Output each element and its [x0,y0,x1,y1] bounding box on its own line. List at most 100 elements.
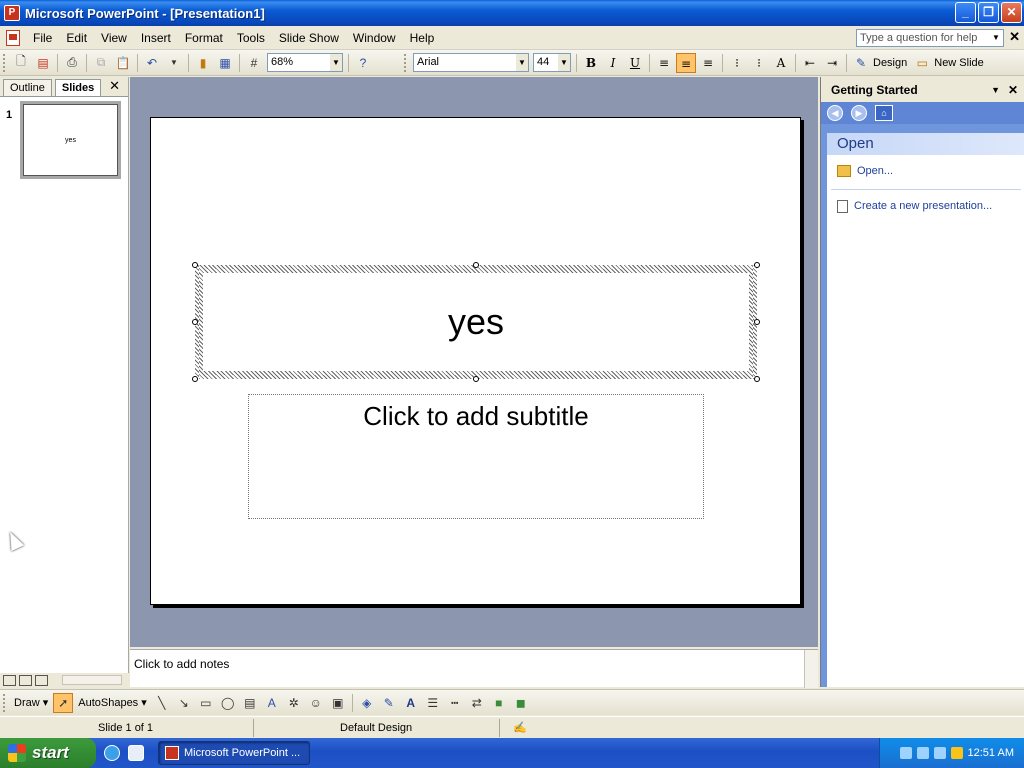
oval-icon[interactable]: ◯ [218,693,238,713]
start-button[interactable]: start [0,738,96,768]
close-button[interactable]: ✕ [1001,2,1022,23]
numbering-icon[interactable]: ⁝ [727,53,747,73]
back-icon[interactable]: ◀ [827,105,843,121]
help-dropdown-icon[interactable]: ▼ [989,30,1003,46]
line-style-icon[interactable]: ☰ [423,693,443,713]
resize-handle-se[interactable] [754,376,760,382]
font-color-icon[interactable]: A [401,693,421,713]
notes-scrollbar[interactable] [804,650,818,688]
resize-handle-s[interactable] [473,376,479,382]
task-pane-close-icon[interactable]: ✕ [1008,83,1018,97]
font-combo[interactable]: Arial ▼ [413,53,529,72]
forward-icon[interactable]: ▶ [851,105,867,121]
slide-thumbnail[interactable]: yes [20,101,121,179]
toolbar-grip[interactable] [3,53,7,72]
internet-explorer-icon[interactable] [104,745,120,761]
autoshapes-button[interactable]: AutoShapes ▾ [78,696,147,709]
create-new-link-label[interactable]: Create a new presentation... [854,200,992,212]
create-new-link[interactable]: Create a new presentation... [827,198,1024,214]
menu-edit[interactable]: Edit [59,28,94,48]
font-size-dropdown-icon[interactable]: ▼ [558,54,570,71]
fill-color-icon[interactable]: ◈ [357,693,377,713]
horizontal-scrollbar[interactable] [62,675,122,685]
wordart-icon[interactable]: A [262,693,282,713]
select-objects-icon[interactable]: ➚ [53,692,74,713]
menu-view[interactable]: View [94,28,134,48]
diagram-icon[interactable]: ✲ [284,693,304,713]
zoom-dropdown-icon[interactable]: ▼ [330,54,342,71]
task-pane-title[interactable]: Getting Started [831,83,918,97]
new-slide-button[interactable]: New Slide [934,57,984,69]
picture-icon[interactable]: ▣ [328,693,348,713]
menu-slide-show[interactable]: Slide Show [272,28,346,48]
tray-icon[interactable] [950,747,963,759]
powerpoint-app-icon[interactable]: P [4,5,20,21]
copy-icon[interactable]: ⧉ [91,53,111,73]
menu-file[interactable]: File [26,28,59,48]
clip-art-icon[interactable]: ☺ [306,693,326,713]
resize-handle-nw[interactable] [192,262,198,268]
undo-dropdown-icon[interactable]: ▼ [164,53,184,73]
align-right-icon[interactable]: ≡ [698,53,718,73]
resize-handle-ne[interactable] [754,262,760,268]
resize-handle-n[interactable] [473,262,479,268]
slide-show-view-icon[interactable] [35,674,48,686]
print-icon[interactable]: ⎙ [62,53,82,73]
line-color-icon[interactable]: ✎ [379,693,399,713]
text-box-icon[interactable]: ▤ [240,693,260,713]
new-icon[interactable]: 🗋 [11,53,31,73]
italic-button[interactable]: I [603,53,623,73]
restore-button[interactable]: ❐ [978,2,999,23]
decrease-indent-icon[interactable]: ⇤ [800,53,820,73]
clock[interactable]: 12:51 AM [968,747,1014,759]
slide-title-text[interactable]: yes [448,301,504,343]
document-icon[interactable] [6,29,20,46]
normal-view-icon[interactable] [3,674,16,686]
task-pane-dropdown-icon[interactable]: ▼ [991,85,1000,95]
paste-icon[interactable]: 📋 [113,53,133,73]
menu-help[interactable]: Help [403,28,442,48]
tab-outline[interactable]: Outline [3,79,52,96]
insert-chart-icon[interactable]: ▮ [193,53,213,73]
zoom-combo[interactable]: 68% ▼ [267,53,343,72]
pdf-icon[interactable]: ▤ [33,53,53,73]
increase-font-icon[interactable]: A [771,53,791,73]
open-link[interactable]: Open... [827,163,1024,179]
title-placeholder[interactable]: yes [192,262,760,382]
quick-launch-icon[interactable] [128,745,144,761]
increase-indent-icon[interactable]: ⇥ [822,53,842,73]
bullets-icon[interactable]: ⁝ [749,53,769,73]
undo-icon[interactable]: ↶ [142,53,162,73]
3d-icon[interactable]: ◼ [511,693,531,713]
slide-sorter-view-icon[interactable] [19,674,32,686]
subtitle-placeholder[interactable]: Click to add subtitle [248,394,704,519]
design-button[interactable]: Design [873,57,907,69]
resize-handle-w[interactable] [192,319,198,325]
tab-slides[interactable]: Slides [54,79,102,96]
tray-icon[interactable] [899,747,912,759]
help-search-input[interactable]: Type a question for help ▼ [856,29,1004,47]
open-link-label[interactable]: Open... [857,165,893,177]
pane-close-icon[interactable]: ✕ [109,78,120,94]
insert-table-icon[interactable]: ▦ [215,53,235,73]
taskbar-powerpoint-item[interactable]: Microsoft PowerPoint ... [158,741,310,765]
dash-style-icon[interactable]: ┅ [445,693,465,713]
home-icon[interactable]: ⌂ [875,105,893,121]
menu-format[interactable]: Format [178,28,230,48]
minimize-button[interactable]: _ [955,2,976,23]
arrow-icon[interactable]: ↘ [174,693,194,713]
menu-insert[interactable]: Insert [134,28,178,48]
tray-icon[interactable] [933,747,946,759]
toolbar-grip[interactable] [3,693,7,712]
draw-menu-button[interactable]: Draw ▾ [14,696,48,709]
tray-icon[interactable] [916,747,929,759]
show-grid-icon[interactable]: # [244,53,264,73]
menu-window[interactable]: Window [346,28,403,48]
new-slide-icon[interactable]: ▭ [912,53,932,73]
help-icon[interactable]: ? [353,53,373,73]
slide-canvas[interactable]: yes Click to add subtitle [150,117,801,605]
bold-button[interactable]: B [581,53,601,73]
document-close-icon[interactable]: ✕ [1009,29,1020,45]
menu-tools[interactable]: Tools [230,28,272,48]
font-size-combo[interactable]: 44 ▼ [533,53,571,72]
